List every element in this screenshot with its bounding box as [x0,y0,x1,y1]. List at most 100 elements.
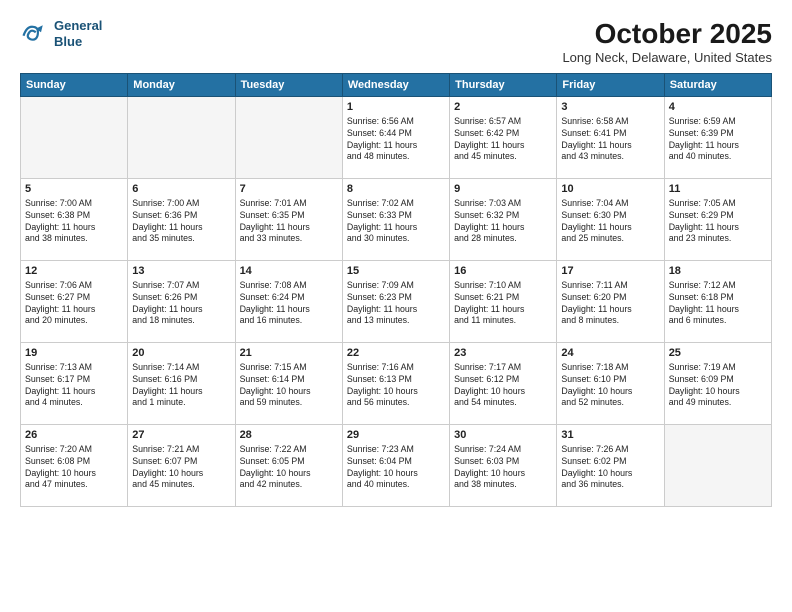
calendar-cell: 11Sunrise: 7:05 AM Sunset: 6:29 PM Dayli… [664,179,771,261]
calendar-cell: 2Sunrise: 6:57 AM Sunset: 6:42 PM Daylig… [450,97,557,179]
day-info: Sunrise: 7:09 AM Sunset: 6:23 PM Dayligh… [347,280,445,328]
day-number: 12 [25,264,123,279]
calendar-cell: 10Sunrise: 7:04 AM Sunset: 6:30 PM Dayli… [557,179,664,261]
day-number: 26 [25,428,123,443]
calendar-cell: 17Sunrise: 7:11 AM Sunset: 6:20 PM Dayli… [557,261,664,343]
calendar-cell: 27Sunrise: 7:21 AM Sunset: 6:07 PM Dayli… [128,425,235,507]
day-info: Sunrise: 7:15 AM Sunset: 6:14 PM Dayligh… [240,362,338,410]
day-info: Sunrise: 7:13 AM Sunset: 6:17 PM Dayligh… [25,362,123,410]
day-number: 13 [132,264,230,279]
day-info: Sunrise: 7:14 AM Sunset: 6:16 PM Dayligh… [132,362,230,410]
day-info: Sunrise: 7:06 AM Sunset: 6:27 PM Dayligh… [25,280,123,328]
day-info: Sunrise: 7:07 AM Sunset: 6:26 PM Dayligh… [132,280,230,328]
day-info: Sunrise: 7:17 AM Sunset: 6:12 PM Dayligh… [454,362,552,410]
day-number: 2 [454,100,552,115]
day-info: Sunrise: 7:03 AM Sunset: 6:32 PM Dayligh… [454,198,552,246]
day-number: 11 [669,182,767,197]
day-info: Sunrise: 7:00 AM Sunset: 6:36 PM Dayligh… [132,198,230,246]
day-number: 18 [669,264,767,279]
day-number: 16 [454,264,552,279]
day-number: 8 [347,182,445,197]
day-info: Sunrise: 7:04 AM Sunset: 6:30 PM Dayligh… [561,198,659,246]
calendar: SundayMondayTuesdayWednesdayThursdayFrid… [20,73,772,507]
day-number: 31 [561,428,659,443]
calendar-cell: 29Sunrise: 7:23 AM Sunset: 6:04 PM Dayli… [342,425,449,507]
day-info: Sunrise: 7:02 AM Sunset: 6:33 PM Dayligh… [347,198,445,246]
day-number: 24 [561,346,659,361]
calendar-cell: 21Sunrise: 7:15 AM Sunset: 6:14 PM Dayli… [235,343,342,425]
day-number: 4 [669,100,767,115]
calendar-cell: 5Sunrise: 7:00 AM Sunset: 6:38 PM Daylig… [21,179,128,261]
weekday-header: Thursday [450,74,557,97]
calendar-cell: 16Sunrise: 7:10 AM Sunset: 6:21 PM Dayli… [450,261,557,343]
calendar-cell: 31Sunrise: 7:26 AM Sunset: 6:02 PM Dayli… [557,425,664,507]
calendar-cell: 28Sunrise: 7:22 AM Sunset: 6:05 PM Dayli… [235,425,342,507]
calendar-cell: 6Sunrise: 7:00 AM Sunset: 6:36 PM Daylig… [128,179,235,261]
generalblue-icon [20,20,48,48]
calendar-cell: 24Sunrise: 7:18 AM Sunset: 6:10 PM Dayli… [557,343,664,425]
logo-text: General Blue [54,18,102,49]
day-number: 7 [240,182,338,197]
day-number: 14 [240,264,338,279]
day-info: Sunrise: 7:11 AM Sunset: 6:20 PM Dayligh… [561,280,659,328]
weekday-header: Friday [557,74,664,97]
day-number: 27 [132,428,230,443]
calendar-cell [128,97,235,179]
calendar-cell: 8Sunrise: 7:02 AM Sunset: 6:33 PM Daylig… [342,179,449,261]
day-info: Sunrise: 7:00 AM Sunset: 6:38 PM Dayligh… [25,198,123,246]
day-info: Sunrise: 7:26 AM Sunset: 6:02 PM Dayligh… [561,444,659,492]
day-info: Sunrise: 7:22 AM Sunset: 6:05 PM Dayligh… [240,444,338,492]
month-title: October 2025 [562,18,772,50]
calendar-cell: 7Sunrise: 7:01 AM Sunset: 6:35 PM Daylig… [235,179,342,261]
day-number: 22 [347,346,445,361]
day-info: Sunrise: 7:20 AM Sunset: 6:08 PM Dayligh… [25,444,123,492]
calendar-cell: 30Sunrise: 7:24 AM Sunset: 6:03 PM Dayli… [450,425,557,507]
weekday-header: Saturday [664,74,771,97]
day-number: 15 [347,264,445,279]
day-info: Sunrise: 6:57 AM Sunset: 6:42 PM Dayligh… [454,116,552,164]
calendar-week-row: 1Sunrise: 6:56 AM Sunset: 6:44 PM Daylig… [21,97,772,179]
calendar-cell [664,425,771,507]
weekday-header: Tuesday [235,74,342,97]
day-number: 6 [132,182,230,197]
day-info: Sunrise: 7:19 AM Sunset: 6:09 PM Dayligh… [669,362,767,410]
day-number: 30 [454,428,552,443]
calendar-cell: 18Sunrise: 7:12 AM Sunset: 6:18 PM Dayli… [664,261,771,343]
day-number: 23 [454,346,552,361]
day-info: Sunrise: 7:23 AM Sunset: 6:04 PM Dayligh… [347,444,445,492]
calendar-cell: 19Sunrise: 7:13 AM Sunset: 6:17 PM Dayli… [21,343,128,425]
page: General Blue October 2025 Long Neck, Del… [0,0,792,612]
calendar-cell: 25Sunrise: 7:19 AM Sunset: 6:09 PM Dayli… [664,343,771,425]
calendar-week-row: 26Sunrise: 7:20 AM Sunset: 6:08 PM Dayli… [21,425,772,507]
logo: General Blue [20,18,102,49]
calendar-body: 1Sunrise: 6:56 AM Sunset: 6:44 PM Daylig… [21,97,772,507]
header: General Blue October 2025 Long Neck, Del… [20,18,772,65]
day-number: 5 [25,182,123,197]
day-info: Sunrise: 7:10 AM Sunset: 6:21 PM Dayligh… [454,280,552,328]
calendar-cell: 23Sunrise: 7:17 AM Sunset: 6:12 PM Dayli… [450,343,557,425]
calendar-cell: 20Sunrise: 7:14 AM Sunset: 6:16 PM Dayli… [128,343,235,425]
day-info: Sunrise: 7:05 AM Sunset: 6:29 PM Dayligh… [669,198,767,246]
day-number: 21 [240,346,338,361]
day-number: 1 [347,100,445,115]
calendar-week-row: 19Sunrise: 7:13 AM Sunset: 6:17 PM Dayli… [21,343,772,425]
day-info: Sunrise: 7:01 AM Sunset: 6:35 PM Dayligh… [240,198,338,246]
calendar-cell: 15Sunrise: 7:09 AM Sunset: 6:23 PM Dayli… [342,261,449,343]
day-number: 28 [240,428,338,443]
day-number: 10 [561,182,659,197]
calendar-cell: 9Sunrise: 7:03 AM Sunset: 6:32 PM Daylig… [450,179,557,261]
weekday-header: Sunday [21,74,128,97]
day-number: 3 [561,100,659,115]
calendar-cell: 3Sunrise: 6:58 AM Sunset: 6:41 PM Daylig… [557,97,664,179]
calendar-cell: 12Sunrise: 7:06 AM Sunset: 6:27 PM Dayli… [21,261,128,343]
day-info: Sunrise: 7:18 AM Sunset: 6:10 PM Dayligh… [561,362,659,410]
calendar-cell [235,97,342,179]
day-info: Sunrise: 7:24 AM Sunset: 6:03 PM Dayligh… [454,444,552,492]
day-number: 19 [25,346,123,361]
calendar-cell: 22Sunrise: 7:16 AM Sunset: 6:13 PM Dayli… [342,343,449,425]
calendar-cell [21,97,128,179]
title-block: October 2025 Long Neck, Delaware, United… [562,18,772,65]
calendar-week-row: 12Sunrise: 7:06 AM Sunset: 6:27 PM Dayli… [21,261,772,343]
weekday-header-row: SundayMondayTuesdayWednesdayThursdayFrid… [21,74,772,97]
day-number: 20 [132,346,230,361]
